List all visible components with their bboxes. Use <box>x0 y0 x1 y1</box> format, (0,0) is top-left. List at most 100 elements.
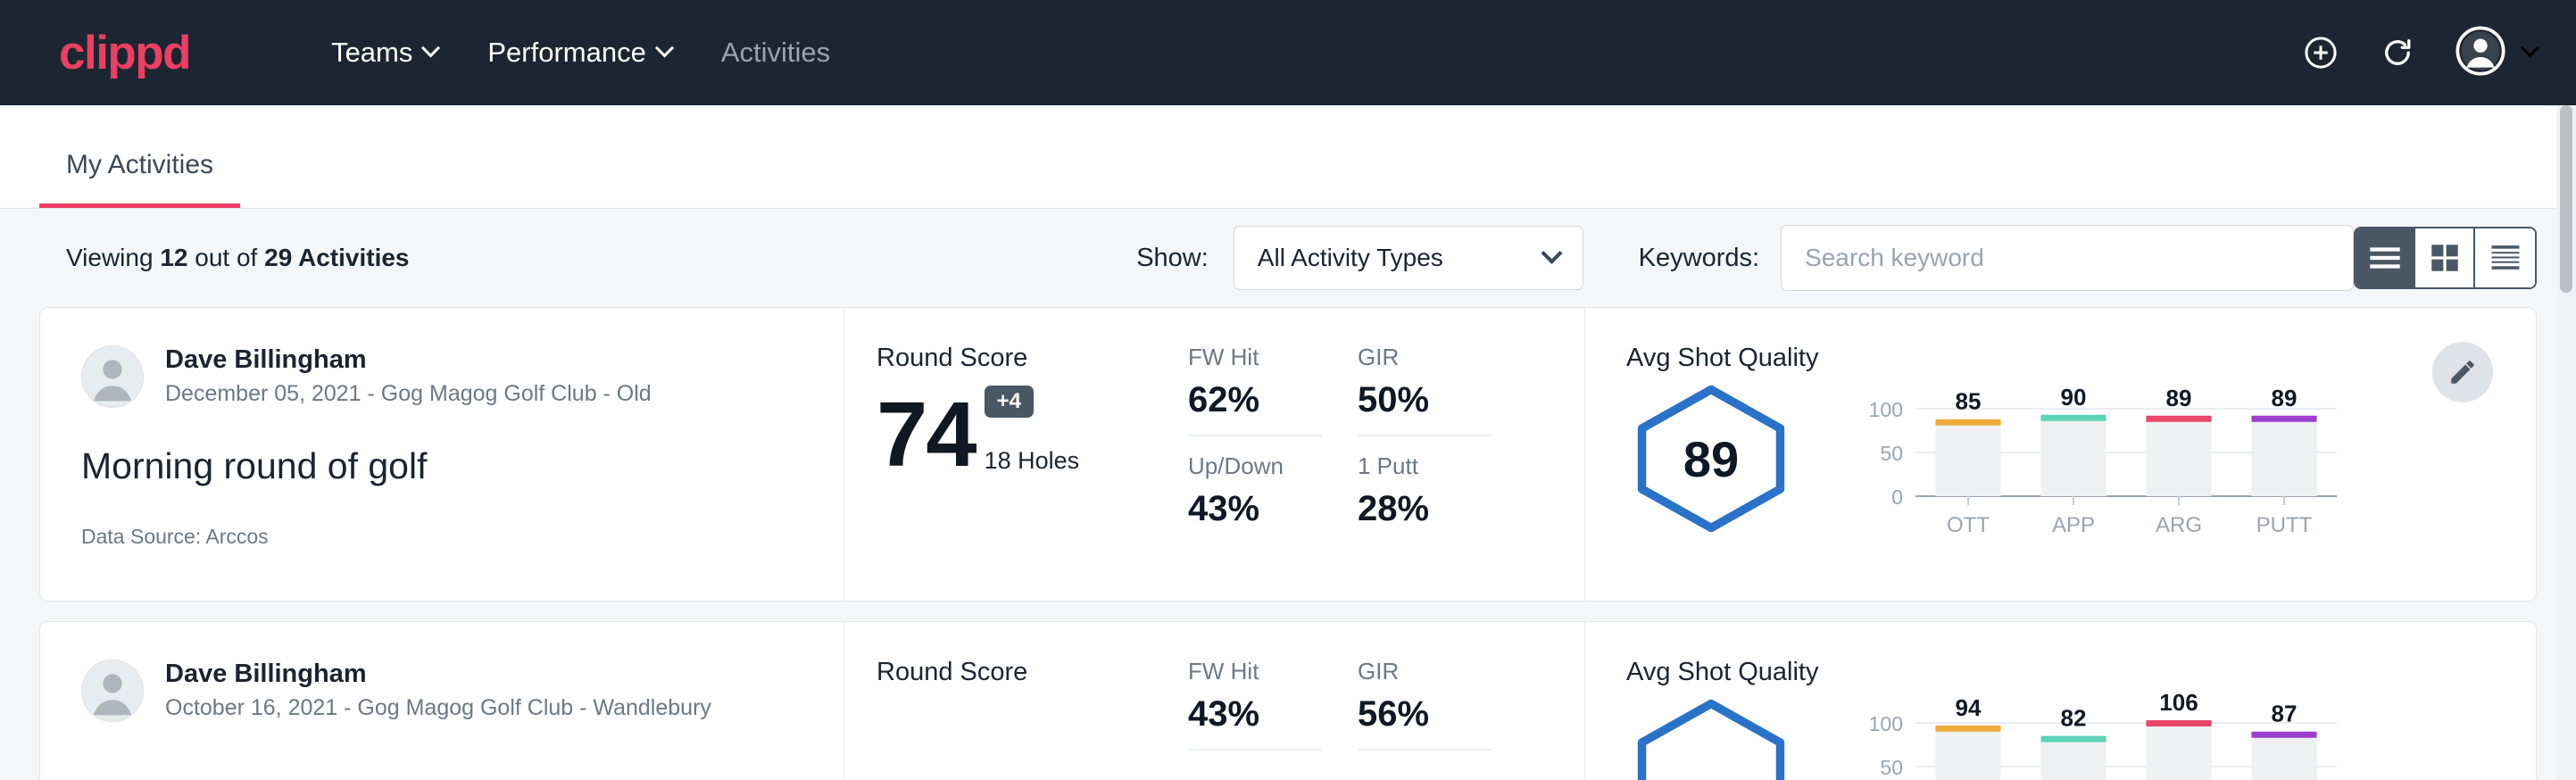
plus-circle-icon[interactable] <box>2302 34 2339 71</box>
activity-meta: October 16, 2021 - Gog Magog Golf Club -… <box>165 693 711 724</box>
edit-activity-button[interactable] <box>2432 342 2493 402</box>
activity-list: Dave Billingham December 05, 2021 - Gog … <box>0 307 2576 780</box>
svg-text:PUTT: PUTT <box>2256 513 2313 537</box>
activity-meta: December 05, 2021 - Gog Magog Golf Club … <box>165 379 652 410</box>
stat-label: GIR <box>1358 344 1492 371</box>
shot-quality-hexagon <box>1626 697 1796 780</box>
chevron-down-icon <box>421 38 440 57</box>
avg-shot-quality-section: Avg Shot Quality 89 05010085OTT90APP89AR… <box>1584 308 2536 601</box>
shot-quality-hexagon: 89 <box>1626 383 1796 535</box>
svg-text:50: 50 <box>1880 756 1903 779</box>
activity-info: Dave Billingham December 05, 2021 - Gog … <box>40 308 843 601</box>
avatar-icon <box>2456 26 2505 80</box>
svg-text:89: 89 <box>2272 385 2298 411</box>
svg-text:OTT: OTT <box>1947 513 1990 537</box>
nav-item-label: Activities <box>721 37 830 69</box>
viewing-prefix: Viewing <box>66 244 154 271</box>
filter-bar: Viewing 12 out of 29 Activities Show: Al… <box>0 209 2576 307</box>
stat-label: Up/Down <box>1188 452 1322 480</box>
svg-text:100: 100 <box>1869 398 1903 421</box>
avg-shot-quality-label: Avg Shot Quality <box>1626 344 2536 373</box>
search-input[interactable] <box>1781 225 2354 291</box>
activity-type-value: All Activity Types <box>1258 244 1443 272</box>
top-navigation-bar: clippd Teams Performance Activities <box>0 0 2576 105</box>
avatar <box>81 660 144 722</box>
svg-text:0: 0 <box>1891 485 1903 509</box>
detail-view-button[interactable] <box>2475 228 2535 287</box>
activity-author: Dave Billingham December 05, 2021 - Gog … <box>81 344 843 410</box>
round-score-label: Round Score <box>877 658 1174 687</box>
shot-quality-bar-chart: 05010085OTT90APP89ARG89PUTT <box>1846 378 2346 539</box>
stat-label: 1 Putt <box>1358 452 1492 480</box>
tab-bar: My Activities <box>0 105 2576 209</box>
stat-gir: GIR 56% <box>1358 658 1492 751</box>
svg-text:106: 106 <box>2159 693 2198 716</box>
tab-my-activities[interactable]: My Activities <box>39 150 240 208</box>
nav-item-label: Performance <box>487 37 645 69</box>
refresh-icon[interactable] <box>2379 34 2416 71</box>
page-scrollbar[interactable] <box>2556 105 2576 780</box>
avg-shot-quality-section: Avg Shot Quality 05010094OTT82APP106ARG8… <box>1584 622 2536 780</box>
viewing-total: 29 Activities <box>264 244 409 271</box>
nav-item-label: Teams <box>331 37 412 69</box>
stat-up-down: Up/Down 43% <box>1188 452 1322 544</box>
user-menu[interactable] <box>2456 26 2537 80</box>
avatar <box>81 345 144 408</box>
avg-shot-quality-label: Avg Shot Quality <box>1626 658 2536 687</box>
round-score-label: Round Score <box>877 344 1174 373</box>
score-delta-badge: +4 <box>985 386 1034 418</box>
show-label: Show: <box>1136 244 1209 273</box>
author-name: Dave Billingham <box>165 344 652 376</box>
stat-value: 62% <box>1188 380 1322 420</box>
viewing-middle: out of <box>195 244 257 271</box>
stat-fw-hit: FW Hit 62% <box>1188 344 1322 436</box>
nav-item-performance[interactable]: Performance <box>462 37 695 69</box>
stat-label: FW Hit <box>1188 658 1322 685</box>
svg-text:100: 100 <box>1869 712 1903 735</box>
svg-text:82: 82 <box>2061 705 2087 732</box>
svg-text:94: 94 <box>1956 694 1982 721</box>
tab-label: My Activities <box>66 150 213 179</box>
main-nav: Teams Performance Activities <box>306 37 855 69</box>
nav-right-actions <box>2302 0 2537 105</box>
scrollbar-thumb[interactable] <box>2560 105 2572 293</box>
nav-item-activities[interactable]: Activities <box>696 37 855 69</box>
stat-value: 43% <box>1188 489 1322 529</box>
svg-text:50: 50 <box>1880 442 1903 465</box>
chevron-down-icon <box>655 38 674 57</box>
activity-type-select[interactable]: All Activity Types <box>1234 226 1583 290</box>
shot-quality-value: 89 <box>1626 383 1796 535</box>
author-name: Dave Billingham <box>165 658 711 690</box>
activity-author: Dave Billingham October 16, 2021 - Gog M… <box>81 658 843 724</box>
svg-text:89: 89 <box>2166 385 2192 411</box>
holes-label: 18 Holes <box>985 447 1080 475</box>
chevron-down-icon <box>1541 242 1562 263</box>
svg-text:ARG: ARG <box>2156 513 2202 537</box>
activity-title: Morning round of golf <box>81 445 843 487</box>
stat-value: 28% <box>1358 489 1492 529</box>
viewing-summary: Viewing 12 out of 29 Activities <box>66 244 410 272</box>
shot-quality-bar-chart: 05010094OTT82APP106ARG87PUTT <box>1846 693 2346 780</box>
list-view-button[interactable] <box>2356 228 2415 287</box>
stat-one-putt: 1 Putt 28% <box>1358 452 1492 544</box>
stat-fw-hit: FW Hit 43% <box>1188 658 1322 751</box>
round-stats: FW Hit 62% GIR 50% Up/Down 43% 1 Putt 28… <box>1174 308 1584 601</box>
grid-view-button[interactable] <box>2415 228 2475 287</box>
view-mode-toggle <box>2354 227 2537 289</box>
round-score-value: 74 <box>877 391 976 478</box>
activity-data-source: Data Source: Arccos <box>81 525 843 549</box>
stat-value: 56% <box>1358 694 1492 734</box>
round-score-section: Round Score 74 +4 18 Holes <box>843 308 1174 601</box>
clippd-logo[interactable]: clippd <box>59 29 190 77</box>
activity-card[interactable]: Dave Billingham October 16, 2021 - Gog M… <box>39 621 2537 780</box>
round-stats: FW Hit 43% GIR 56% <box>1174 622 1584 780</box>
activity-info: Dave Billingham October 16, 2021 - Gog M… <box>40 622 843 780</box>
chevron-down-icon <box>2521 38 2539 57</box>
activity-card[interactable]: Dave Billingham December 05, 2021 - Gog … <box>39 307 2537 602</box>
stat-value: 50% <box>1358 380 1492 420</box>
keywords-label: Keywords: <box>1639 244 1759 273</box>
viewing-count: 12 <box>160 244 187 271</box>
nav-item-teams[interactable]: Teams <box>306 37 462 69</box>
svg-text:87: 87 <box>2272 701 2298 727</box>
stat-value: 43% <box>1188 694 1322 734</box>
